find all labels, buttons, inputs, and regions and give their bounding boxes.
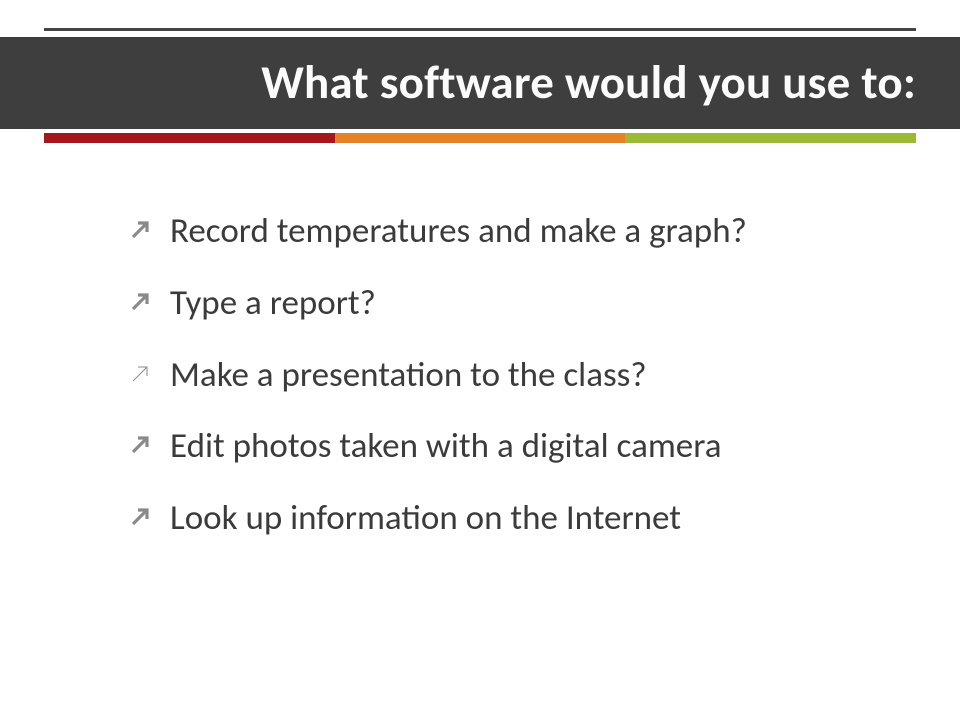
slide: What software would you use to: Record t… <box>0 0 960 720</box>
list-item-text: Edit photos taken with a digital camera <box>170 425 721 469</box>
arrow-up-right-icon <box>130 210 170 240</box>
list-item-text: Type a report? <box>170 282 376 326</box>
bullet-list: Record temperatures and make a graph? Ty… <box>130 210 890 569</box>
list-item: Edit photos taken with a digital camera <box>130 425 890 469</box>
accent-stripe <box>44 133 916 143</box>
arrow-up-right-icon <box>130 425 170 455</box>
top-rule <box>44 28 916 31</box>
arrow-up-right-icon <box>130 497 170 527</box>
list-item: Type a report? <box>130 282 890 326</box>
slide-title: What software would you use to: <box>0 37 960 129</box>
list-item: Make a presentation to the class? <box>130 354 890 398</box>
arrow-up-right-icon <box>130 282 170 312</box>
accent-orange <box>335 133 626 143</box>
list-item: Look up information on the Internet <box>130 497 890 541</box>
list-item: Record temperatures and make a graph? <box>130 210 890 254</box>
accent-green <box>625 133 916 143</box>
header: What software would you use to: <box>0 28 960 143</box>
list-item-text: Look up information on the Internet <box>170 497 681 541</box>
list-item-text: Make a presentation to the class? <box>170 354 647 398</box>
arrow-up-right-icon <box>130 354 170 384</box>
list-item-text: Record temperatures and make a graph? <box>170 210 747 254</box>
accent-red <box>44 133 335 143</box>
